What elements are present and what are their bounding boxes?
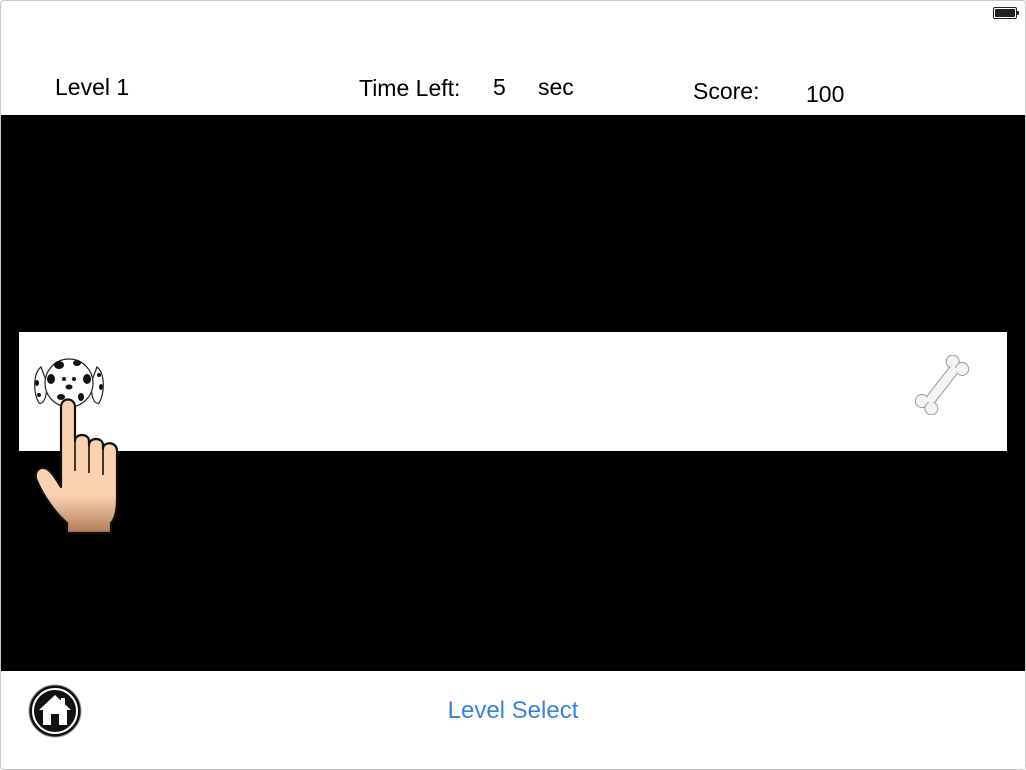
time-left-unit: sec: [538, 74, 574, 100]
game-screen: Level 1 Time Left: 5 sec Score: 100 Leve…: [0, 0, 1026, 770]
play-area[interactable]: [1, 115, 1025, 671]
bottom-bar: Level Select: [1, 671, 1025, 769]
pointing-hand-icon: [34, 398, 119, 535]
level-label: Level 1: [55, 74, 130, 100]
score-value: 100: [806, 81, 845, 107]
battery-icon: [993, 7, 1019, 19]
score-label: Score:: [693, 78, 760, 104]
time-left-value: 5: [493, 74, 506, 100]
time-left-label: Time Left:: [359, 75, 461, 101]
path-track[interactable]: [19, 332, 1007, 451]
level-select-button[interactable]: Level Select: [1, 697, 1025, 725]
bone-icon[interactable]: [907, 355, 977, 415]
